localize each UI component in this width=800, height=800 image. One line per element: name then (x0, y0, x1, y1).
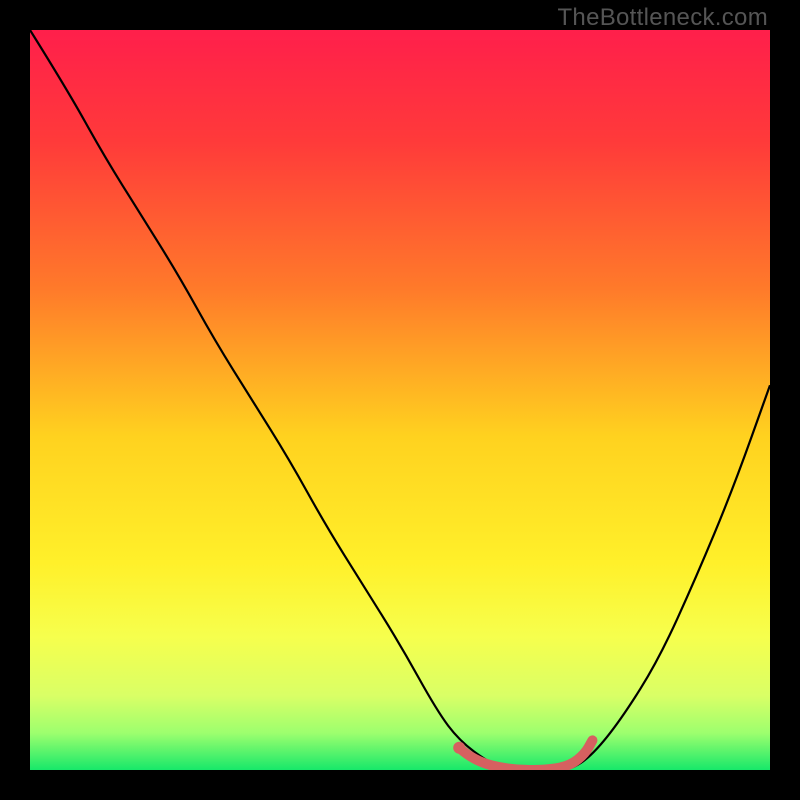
chart-frame: TheBottleneck.com (0, 0, 800, 800)
plot-area (30, 30, 770, 770)
bottleneck-chart (30, 30, 770, 770)
optimal-range-start-dot (453, 742, 465, 754)
gradient-background (30, 30, 770, 770)
watermark-text: TheBottleneck.com (557, 4, 768, 32)
